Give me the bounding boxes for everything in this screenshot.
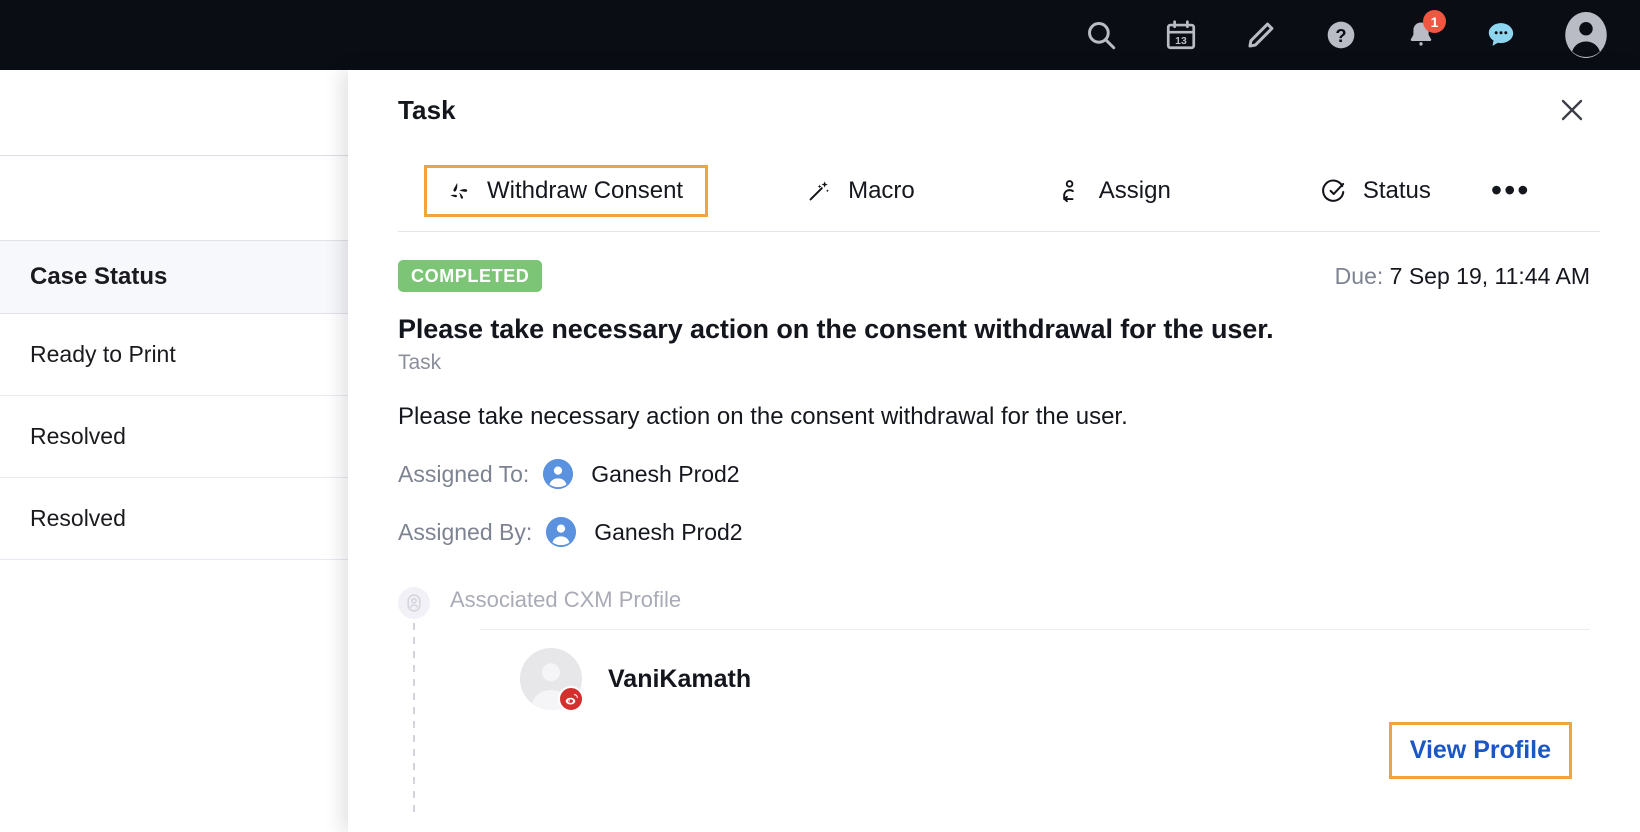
task-detail-panel: Task Withdraw Consent Macro Assign Statu… <box>348 70 1640 832</box>
bell-icon[interactable]: 1 <box>1400 10 1446 56</box>
table-row[interactable]: Resolved <box>0 478 348 560</box>
task-type-label: Task <box>398 351 442 374</box>
status-and-due-row: COMPLETED Due: 7 Sep 19, 11:44 AM <box>398 260 1590 292</box>
cxm-avatar-wrapper <box>520 648 584 712</box>
toolbar-divider <box>398 231 1600 232</box>
status-check-circle-icon <box>1319 178 1349 205</box>
cxm-person-row[interactable]: VaniKamath <box>480 648 1590 712</box>
weibo-channel-badge-icon <box>558 686 584 712</box>
cxm-person-name: VaniKamath <box>608 664 752 693</box>
magic-wand-icon <box>804 178 834 204</box>
macro-button[interactable]: Macro <box>804 177 915 205</box>
assigned-by-label: Assigned By: <box>398 518 533 545</box>
avatar <box>543 459 574 489</box>
assigned-to-row: Assigned To: Ganesh Prod2 <box>398 459 1590 489</box>
due-value: 7 Sep 19, 11:44 AM <box>1389 262 1590 289</box>
view-profile-label: View Profile <box>1409 736 1551 764</box>
view-profile-row: View Profile <box>480 722 1590 779</box>
status-button[interactable]: Status <box>1319 177 1431 205</box>
assign-label: Assign <box>1098 177 1171 204</box>
task-panel-header: Task <box>348 70 1640 150</box>
table-row[interactable]: Resolved <box>0 396 348 478</box>
view-profile-button[interactable]: View Profile <box>1388 722 1572 779</box>
macro-label: Macro <box>848 177 915 204</box>
due-label: Due: <box>1334 262 1384 289</box>
assign-button[interactable]: Assign <box>1055 177 1171 205</box>
calendar-icon[interactable]: 13 <box>1160 14 1202 56</box>
status-badge: COMPLETED <box>398 260 543 292</box>
assigned-to-name: Ganesh Prod2 <box>591 460 740 487</box>
cxm-profile-card: VaniKamath View Profile <box>480 629 1590 779</box>
task-description: Please take necessary action on the cons… <box>398 403 1128 430</box>
svg-text:?: ? <box>1335 25 1346 46</box>
pencil-icon[interactable] <box>1240 14 1282 56</box>
cxm-timeline-connector <box>413 623 415 819</box>
associated-cxm-profile-section: Associated CXM Profile VaniKamath View P… <box>398 587 1590 819</box>
status-label: Status <box>1362 177 1431 204</box>
case-status-column-header: Case Status <box>0 240 348 314</box>
avatar-icon[interactable] <box>1560 9 1612 61</box>
notification-count-badge: 1 <box>1423 10 1446 33</box>
top-navigation-bar: 13 ? 1 <box>0 0 1640 70</box>
withdraw-consent-label: Withdraw Consent <box>487 177 684 204</box>
withdraw-consent-button[interactable]: Withdraw Consent <box>424 165 709 217</box>
task-action-toolbar: Withdraw Consent Macro Assign Status ••• <box>348 150 1640 232</box>
search-icon[interactable] <box>1080 14 1122 56</box>
task-title: Please take necessary action on the cons… <box>398 314 1274 344</box>
page-title: Task <box>398 94 456 125</box>
assigned-by-row: Assigned By: Ganesh Prod2 <box>398 517 1590 547</box>
top-nav-icon-group: 13 ? 1 <box>1080 9 1612 61</box>
cxm-section-label: Associated CXM Profile <box>450 587 682 612</box>
assign-user-icon <box>1055 178 1085 204</box>
help-icon[interactable]: ? <box>1320 14 1362 56</box>
cxm-profile-icon <box>398 587 430 619</box>
calendar-day-number: 13 <box>1175 36 1187 47</box>
table-row[interactable]: Ready to Print <box>0 314 348 396</box>
chat-icon[interactable] <box>1480 14 1522 56</box>
avatar <box>546 517 577 547</box>
task-body: COMPLETED Due: 7 Sep 19, 11:44 AM Please… <box>348 260 1640 819</box>
withdraw-consent-icon <box>443 178 473 204</box>
more-options-icon[interactable]: ••• <box>1491 174 1531 206</box>
assigned-by-name: Ganesh Prod2 <box>594 518 743 545</box>
due-date: Due: 7 Sep 19, 11:44 AM <box>1335 263 1590 290</box>
close-icon[interactable] <box>1552 90 1592 130</box>
background-divider <box>0 155 348 156</box>
case-status-table: Case Status Ready to Print Resolved Reso… <box>0 240 348 560</box>
assigned-to-label: Assigned To: <box>398 460 530 487</box>
